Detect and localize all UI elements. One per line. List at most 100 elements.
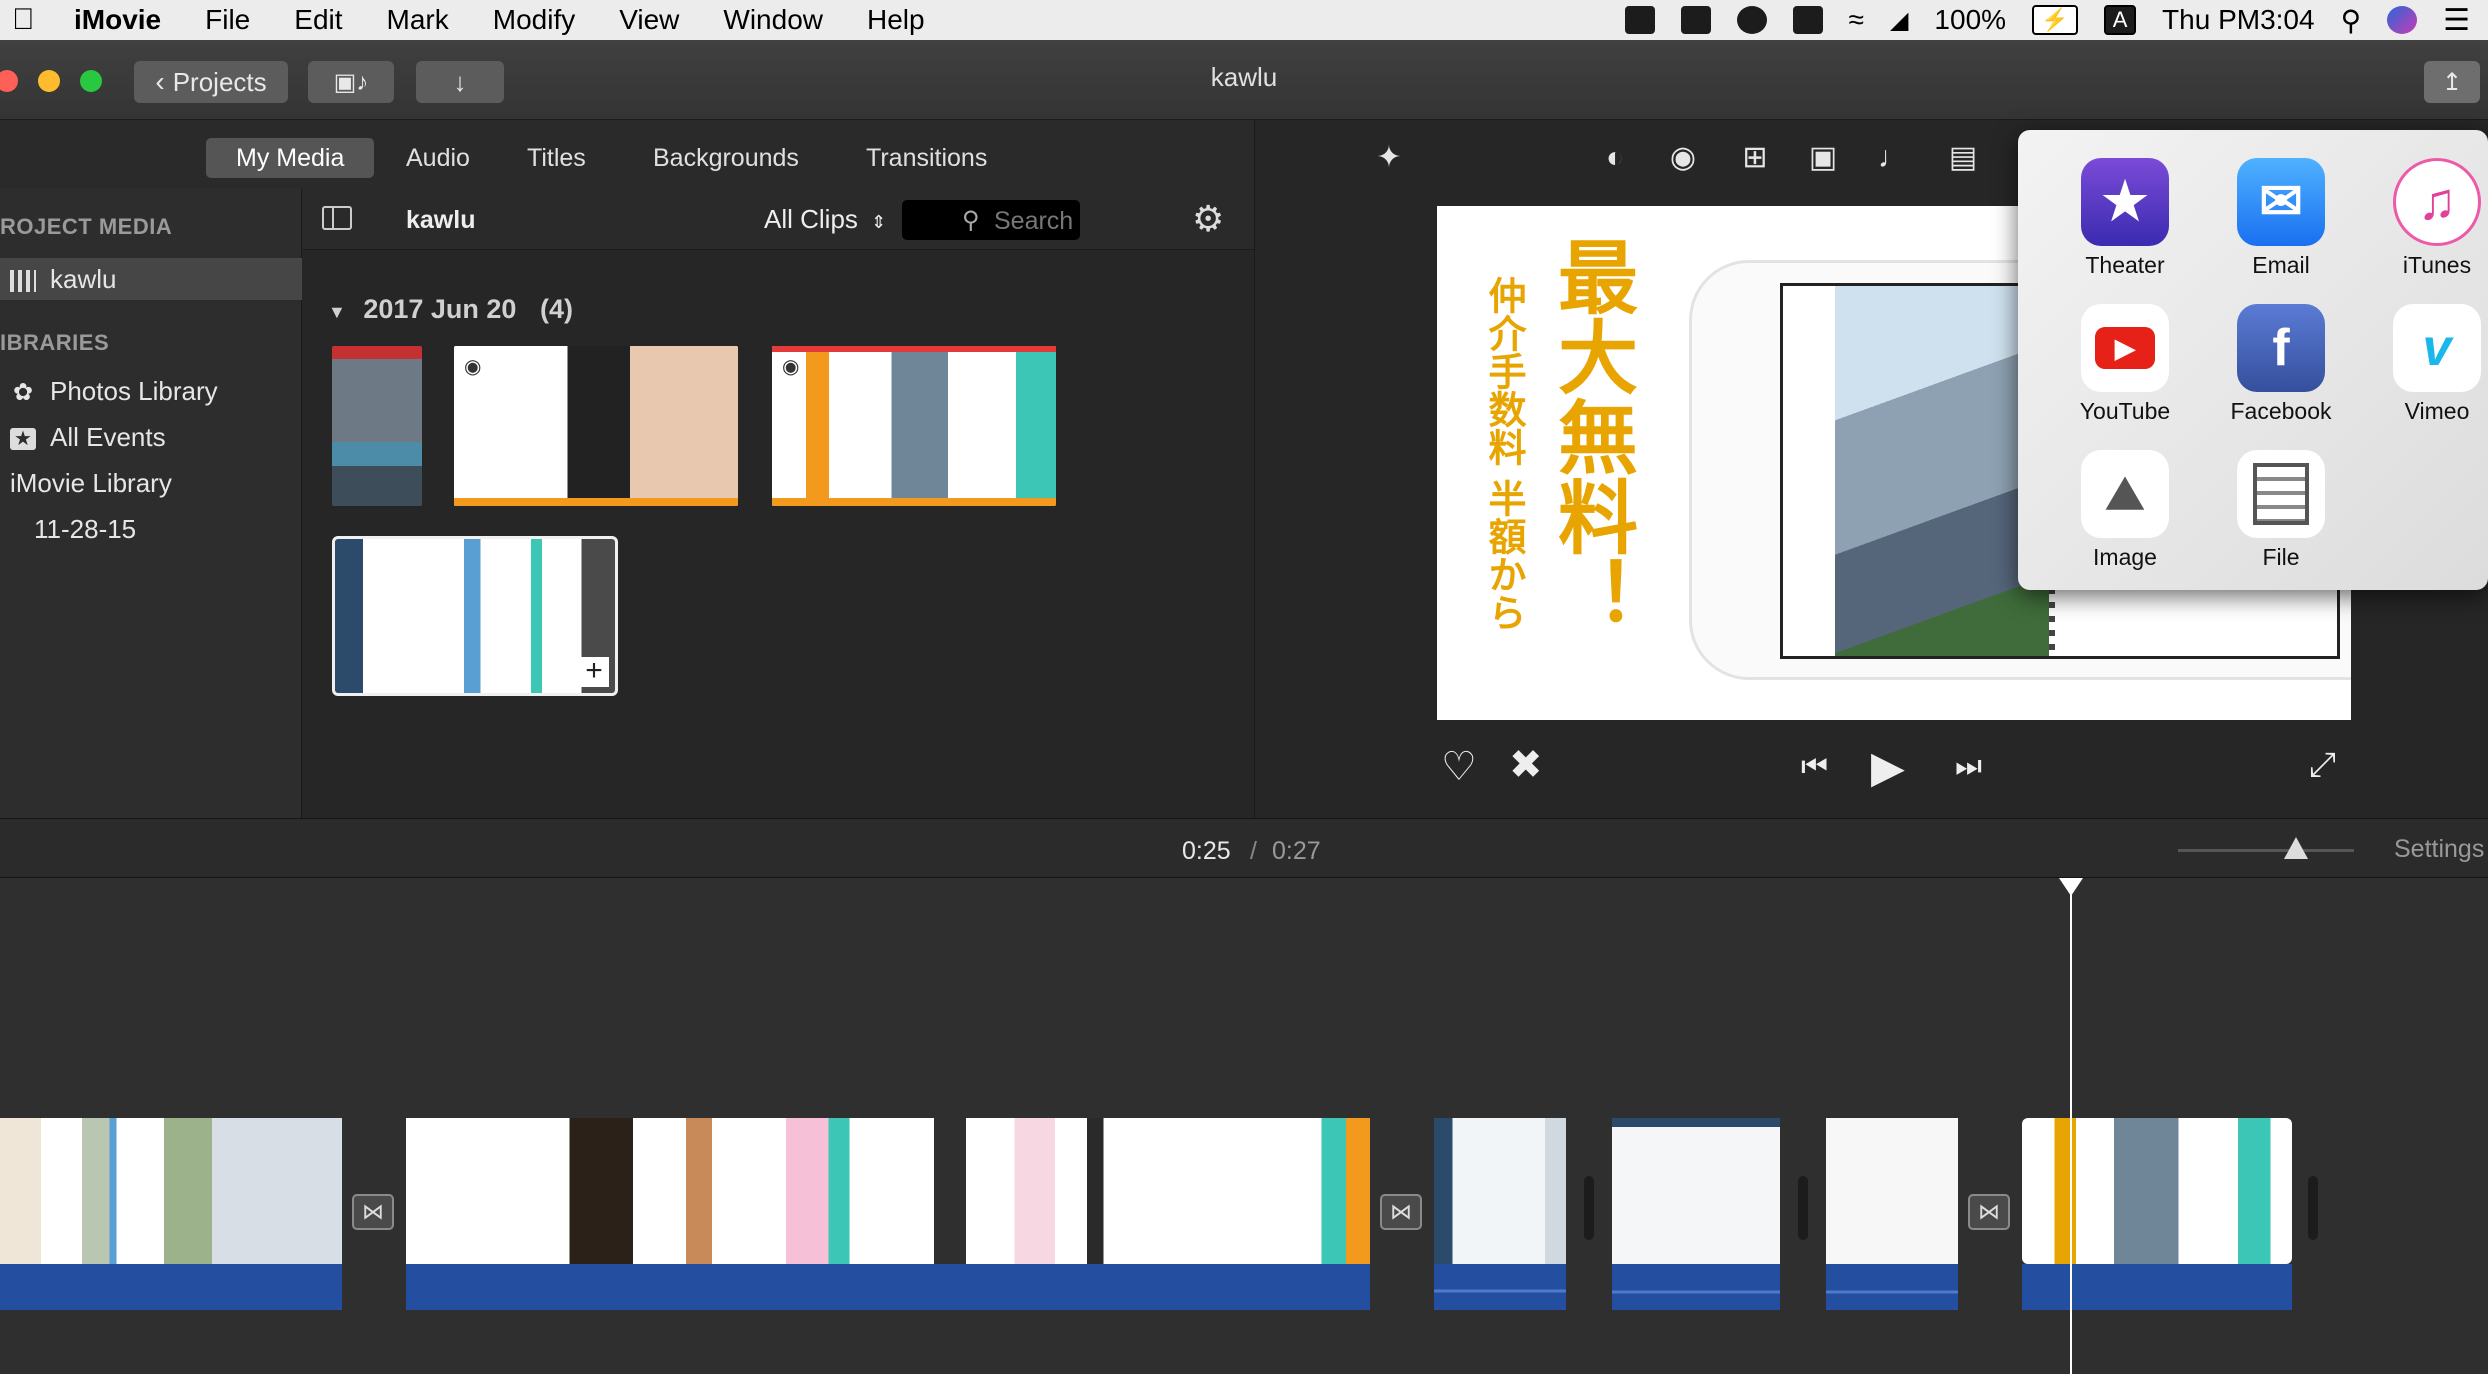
evernote-icon[interactable]: [1792, 6, 1823, 34]
transition-icon[interactable]: ⋈: [352, 1194, 394, 1230]
share-facebook[interactable]: f Facebook: [2216, 304, 2346, 425]
share-image[interactable]: ⛰ Image: [2060, 450, 2190, 571]
color-balance-icon[interactable]: ◐: [1597, 140, 1633, 176]
docker-icon[interactable]: [1680, 6, 1711, 34]
media-clip-1[interactable]: [332, 346, 422, 506]
volume-icon[interactable]: ♩: [1875, 140, 1911, 176]
menu-edit[interactable]: Edit: [294, 4, 342, 36]
timeline: ⋈ ⋈ ⋈: [0, 878, 2488, 1374]
image-icon: ⛰: [2081, 450, 2169, 538]
tab-backgrounds[interactable]: Backgrounds: [623, 138, 829, 178]
clock[interactable]: Thu PM3:04: [2162, 4, 2315, 36]
audio-track[interactable]: [2022, 1264, 2292, 1310]
magic-wand-icon[interactable]: ✦: [1371, 140, 1407, 176]
menu-mark[interactable]: Mark: [387, 4, 449, 36]
playhead[interactable]: [2059, 878, 2083, 1374]
transition-icon[interactable]: ⋈: [1380, 1194, 1422, 1230]
volume-icon[interactable]: ◢: [1890, 6, 1908, 35]
sidebar-item-label: kawlu: [50, 264, 117, 294]
timeline-clip[interactable]: [966, 1118, 1370, 1264]
skip-forward-icon[interactable]: ⏭: [1955, 750, 1982, 784]
dropbox-icon[interactable]: [1624, 6, 1655, 34]
crop-icon[interactable]: ⊞: [1737, 140, 1773, 176]
share-icon: ↥: [2441, 68, 2463, 96]
input-source[interactable]: A: [2104, 5, 2137, 35]
menu-help[interactable]: Help: [867, 4, 925, 36]
battery-icon[interactable]: ⚡: [2032, 5, 2079, 35]
reject-icon[interactable]: ✖: [1509, 742, 1543, 788]
apple-menu-icon[interactable]: : [12, 3, 52, 37]
notification-center-icon[interactable]: ☰: [2443, 3, 2470, 38]
timeline-clip[interactable]: [0, 1118, 342, 1264]
tab-my-media[interactable]: My Media: [206, 138, 375, 178]
audio-track[interactable]: [1434, 1264, 1566, 1310]
share-itunes[interactable]: ♫ iTunes: [2372, 158, 2488, 279]
timeline-clip[interactable]: [1612, 1118, 1780, 1264]
color-correction-icon[interactable]: ◉: [1665, 140, 1701, 176]
audio-track[interactable]: [1826, 1264, 1958, 1310]
transition-icon[interactable]: ⋈: [1968, 1194, 2010, 1230]
vpn-icon[interactable]: [1736, 6, 1767, 34]
stabilization-icon[interactable]: ▣: [1805, 140, 1841, 176]
spotlight-icon[interactable]: ⚲: [2341, 4, 2362, 37]
play-icon[interactable]: ▶: [1871, 742, 1905, 793]
heart-icon[interactable]: ♡: [1441, 744, 1477, 790]
timeline-settings[interactable]: Settings: [2394, 835, 2484, 864]
building-photo: [1835, 286, 2049, 656]
clip-gap-handle[interactable]: [1798, 1176, 1808, 1240]
playhead-marker[interactable]: [2059, 878, 2083, 896]
browser-tabs: My Media Audio Titles Backgrounds Transi…: [0, 120, 1254, 188]
clip-thumbnail: [335, 539, 615, 693]
youtube-icon: ▶: [2081, 304, 2169, 392]
audio-track[interactable]: [0, 1264, 342, 1310]
fullscreen-icon[interactable]: ⤢: [2309, 746, 2336, 785]
media-title: kawlu: [406, 206, 476, 234]
search-field[interactable]: ⚲ Search: [902, 200, 1080, 240]
menu-modify[interactable]: Modify: [493, 4, 575, 36]
timeline-clip[interactable]: [1434, 1118, 1566, 1264]
zoom-slider-thumb[interactable]: [2284, 837, 2308, 859]
wifi-icon[interactable]: ≈: [1849, 4, 1864, 36]
sidebar-item-photos-library[interactable]: ✿ Photos Library: [0, 370, 302, 412]
equalizer-icon[interactable]: ▤: [1945, 140, 1981, 176]
sidebar-item-event-date[interactable]: 11-28-15: [0, 508, 302, 550]
sidebar-item-imovie-library[interactable]: iMovie Library: [0, 462, 302, 504]
share-youtube[interactable]: ▶ YouTube: [2060, 304, 2190, 425]
timeline-clip[interactable]: [406, 1118, 934, 1264]
sidebar-item-kawlu[interactable]: kawlu: [0, 258, 302, 300]
event-group-header[interactable]: ▼ 2017 Jun 20 (4): [328, 294, 573, 325]
clip-gap-handle[interactable]: [2308, 1176, 2318, 1240]
menu-window[interactable]: Window: [723, 4, 823, 36]
zoom-slider[interactable]: [2178, 837, 2354, 859]
share-vimeo[interactable]: v Vimeo: [2372, 304, 2488, 425]
timeline-clip[interactable]: [2022, 1118, 2292, 1264]
tab-transitions[interactable]: Transitions: [836, 138, 1017, 178]
share-email[interactable]: ✉ Email: [2216, 158, 2346, 279]
audio-track[interactable]: [406, 1264, 1370, 1310]
menubar:  iMovie File Edit Mark Modify View Wind…: [0, 0, 2488, 40]
menu-app[interactable]: iMovie: [74, 4, 161, 36]
share-label: File: [2262, 544, 2300, 570]
tab-audio[interactable]: Audio: [376, 138, 500, 178]
menu-view[interactable]: View: [619, 4, 679, 36]
share-theater[interactable]: ★ Theater: [2060, 158, 2190, 279]
audio-track[interactable]: [1612, 1264, 1780, 1310]
media-clip-2[interactable]: ◉: [454, 346, 738, 506]
sidebar-item-all-events[interactable]: ★ All Events: [0, 416, 302, 458]
timeline-clip[interactable]: [1826, 1118, 1958, 1264]
gear-icon[interactable]: ⚙: [1192, 198, 1224, 240]
add-clip-icon[interactable]: +: [579, 656, 609, 687]
skip-back-icon[interactable]: ⏮: [1801, 750, 1828, 784]
share-file[interactable]: File: [2216, 450, 2346, 571]
sidebar-toggle-icon[interactable]: [322, 206, 352, 230]
media-clip-4-selected[interactable]: +: [332, 536, 618, 696]
tab-titles[interactable]: Titles: [497, 138, 616, 178]
all-clips-select[interactable]: All Clips ⇕: [764, 204, 886, 235]
clip-gap-handle[interactable]: [1584, 1176, 1594, 1240]
media-clip-3[interactable]: ◉: [772, 346, 1056, 506]
group-date: 2017 Jun 20: [363, 294, 517, 324]
siri-icon[interactable]: [2387, 6, 2418, 34]
menu-file[interactable]: File: [205, 4, 250, 36]
search-icon: ⚲: [962, 207, 980, 234]
share-button[interactable]: ↥: [2424, 61, 2480, 103]
